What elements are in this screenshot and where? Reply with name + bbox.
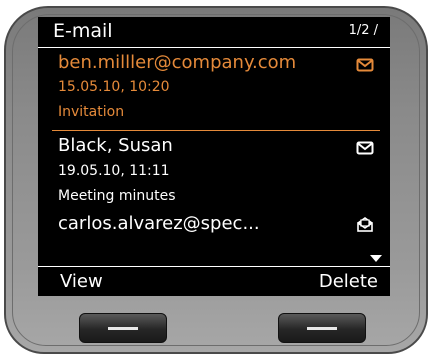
- key-bar-icon: [108, 327, 138, 330]
- open-envelope-icon: [357, 217, 373, 232]
- message-list-item-selected[interactable]: ben.milller@company.com 15.05.10, 10:20 …: [38, 48, 390, 131]
- message-subject: Invitation: [58, 104, 125, 120]
- envelope-icon: [356, 58, 374, 72]
- message-list-item[interactable]: carlos.alvarez@spec...: [38, 210, 390, 266]
- right-softkey-button[interactable]: [278, 313, 366, 343]
- scroll-down-arrow-icon: [370, 255, 382, 262]
- message-subject: Meeting minutes: [58, 188, 176, 204]
- screen-header: E-mail 1/2 /: [38, 17, 390, 48]
- softkey-delete-label[interactable]: Delete: [319, 271, 378, 293]
- message-sender: Black, Susan: [58, 135, 173, 156]
- left-softkey-button[interactable]: [79, 313, 167, 343]
- message-sender: ben.milller@company.com: [58, 52, 297, 73]
- message-list-item[interactable]: Black, Susan 19.05.10, 11:11 Meeting min…: [38, 132, 390, 210]
- key-bar-icon: [307, 327, 337, 330]
- screen-title: E-mail: [53, 20, 113, 42]
- softkey-view-label[interactable]: View: [60, 271, 103, 293]
- message-sender: carlos.alvarez@spec...: [58, 213, 260, 234]
- message-datetime: 15.05.10, 10:20: [58, 79, 170, 95]
- selection-divider: [52, 130, 380, 131]
- display-screen: E-mail 1/2 / ben.milller@company.com 15.…: [38, 17, 390, 296]
- phone-device: E-mail 1/2 / ben.milller@company.com 15.…: [0, 0, 434, 361]
- softkey-bar: View Delete: [38, 266, 390, 296]
- message-datetime: 19.05.10, 11:11: [58, 163, 170, 179]
- envelope-icon: [356, 141, 374, 155]
- page-indicator: 1/2 /: [348, 23, 378, 38]
